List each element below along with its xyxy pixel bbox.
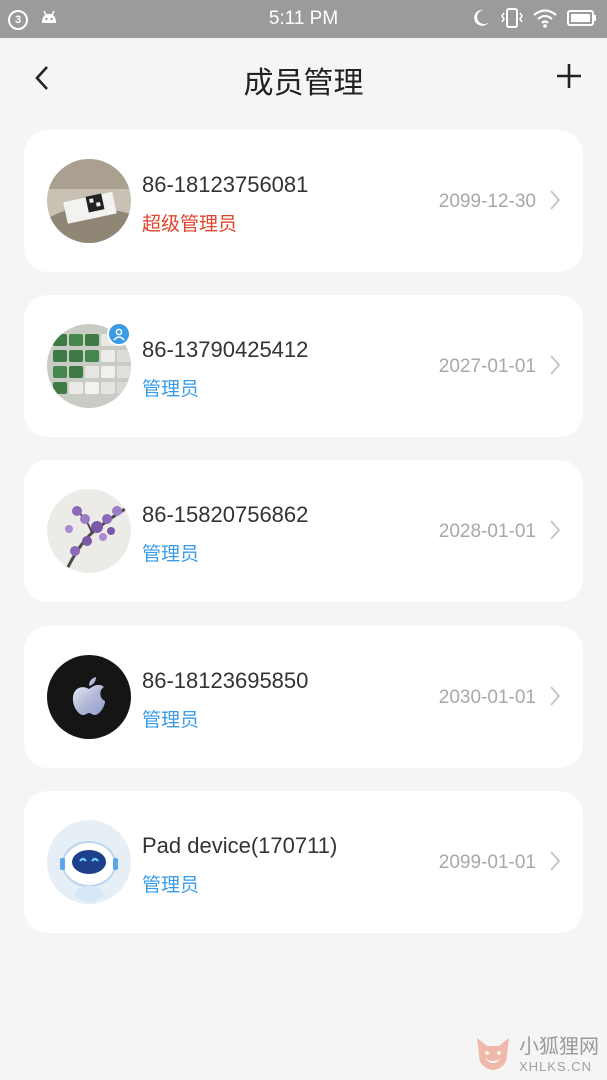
chevron-right-icon [550, 355, 561, 375]
member-card[interactable]: 86-18123756081 超级管理员 2099-12-30 [24, 130, 583, 272]
member-name: 86-18123695850 [142, 668, 309, 693]
member-name: 86-15820756862 [142, 502, 309, 527]
chevron-right-icon [550, 686, 561, 706]
wifi-icon [533, 8, 557, 33]
watermark: 小狐狸网 XHLKS.CN [473, 1030, 599, 1074]
watermark-text: 小狐狸网 [519, 1034, 599, 1058]
member-card[interactable]: 86-18123695850 管理员 2030-01-01 [24, 626, 583, 768]
member-role: 超级管理员 [142, 213, 238, 235]
moon-icon [471, 8, 491, 33]
member-expiry-date: 2099-12-30 [438, 191, 536, 212]
member-role: 管理员 [142, 709, 200, 731]
avatar [47, 159, 131, 243]
member-expiry-date: 2099-01-01 [438, 852, 536, 873]
member-name: Pad device(170711) [142, 833, 338, 858]
page-title: 成员管理 [243, 66, 364, 101]
add-member-button[interactable] [551, 58, 587, 94]
member-expiry-date: 2030-01-01 [438, 687, 536, 708]
chevron-right-icon [550, 190, 561, 210]
admin-badge-icon [107, 322, 131, 346]
avatar [47, 655, 131, 739]
watermark-domain: XHLKS.CN [519, 1059, 593, 1074]
member-role: 管理员 [142, 378, 200, 400]
member-expiry-date: 2027-01-01 [438, 356, 536, 377]
chevron-right-icon [550, 851, 561, 871]
member-expiry-date: 2028-01-01 [438, 521, 536, 542]
member-role: 管理员 [142, 874, 200, 896]
member-card[interactable]: Pad device(170711) 管理员 2099-01-01 [24, 791, 583, 933]
member-role: 管理员 [142, 543, 200, 565]
member-card[interactable]: 86-13790425412 管理员 2027-01-01 [24, 295, 583, 437]
vibrate-icon [501, 7, 523, 34]
avatar [47, 820, 131, 904]
battery-icon [567, 9, 597, 32]
chevron-right-icon [550, 520, 561, 540]
member-card[interactable]: 86-15820756862 管理员 2028-01-01 [24, 460, 583, 602]
header: 成员管理 [0, 38, 607, 118]
status-bar: 3 5:11 PM [0, 0, 607, 38]
avatar [47, 489, 131, 573]
member-name: 86-13790425412 [142, 337, 309, 362]
fox-logo-icon [477, 1038, 509, 1070]
member-name: 86-18123756081 [142, 172, 309, 197]
plus-icon [557, 64, 581, 88]
